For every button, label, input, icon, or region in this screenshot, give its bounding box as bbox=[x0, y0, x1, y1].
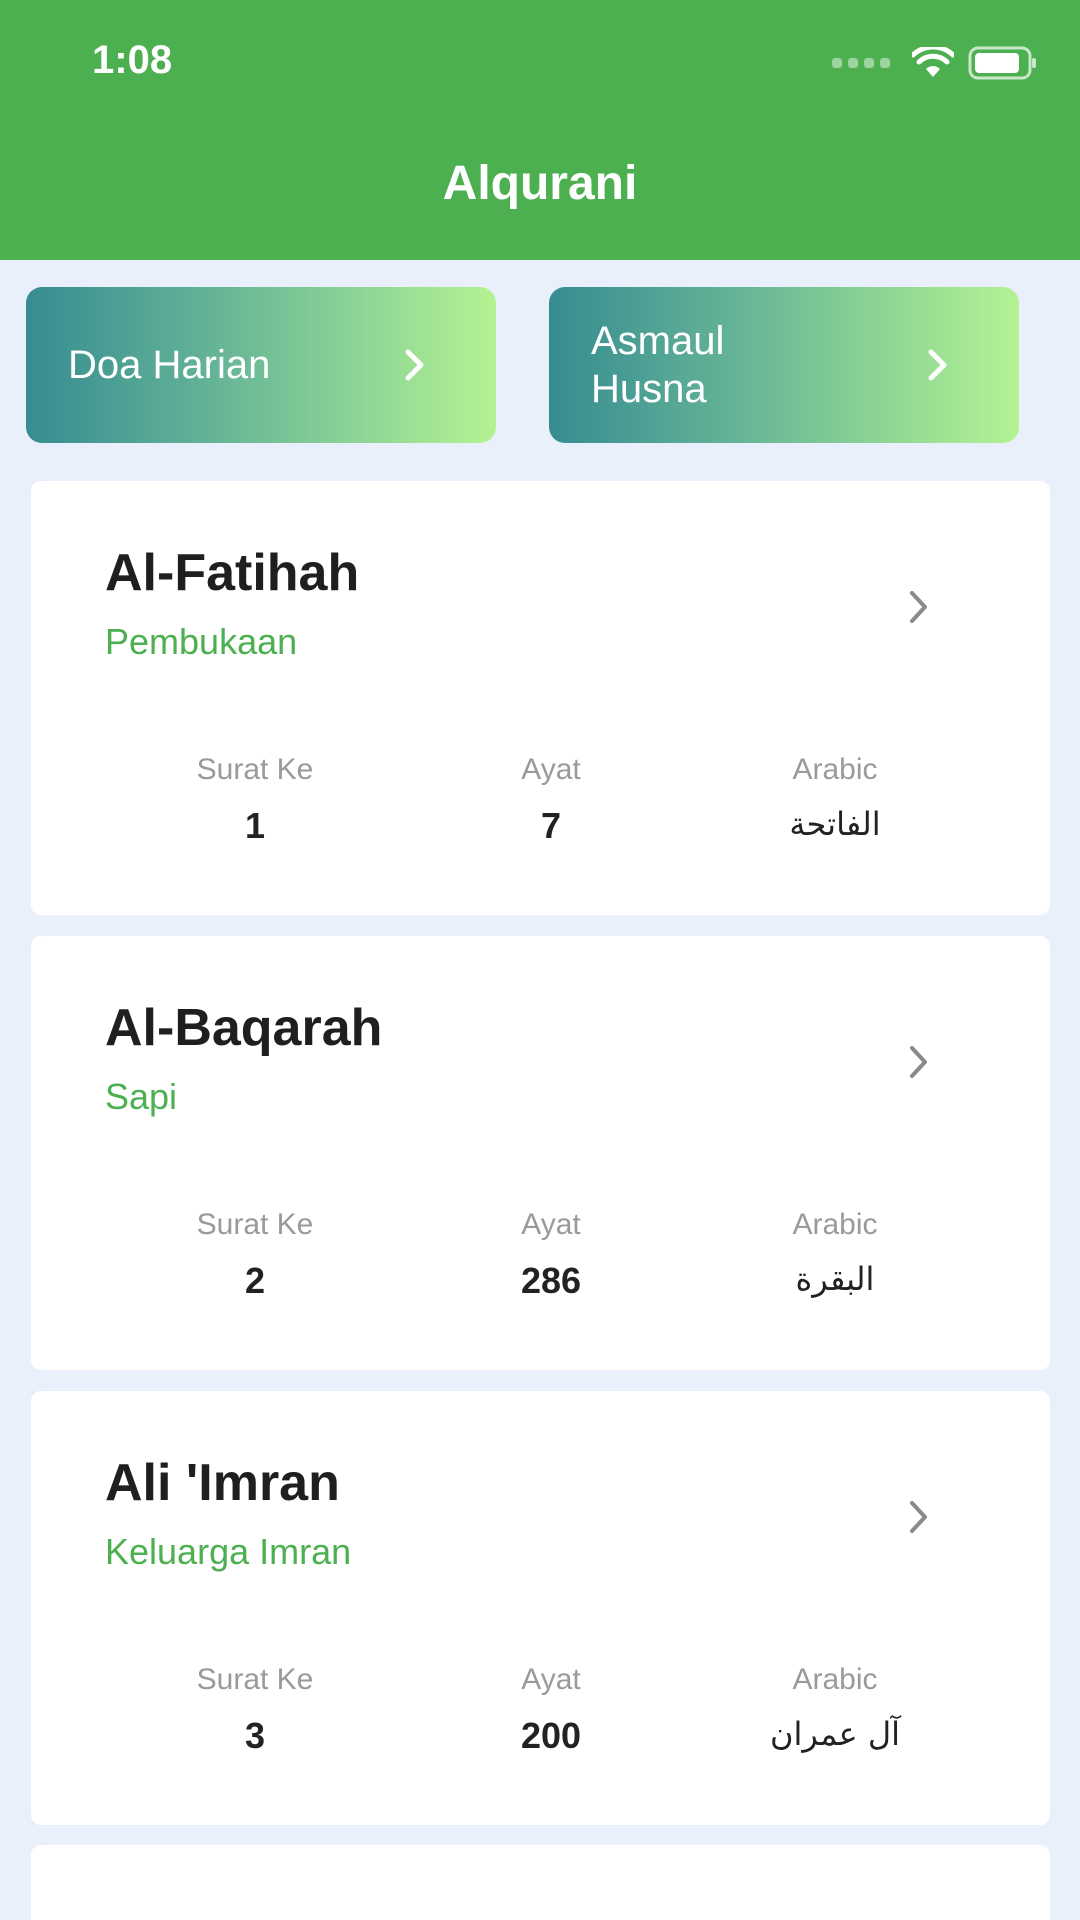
surah-card-partial[interactable] bbox=[31, 1845, 1050, 1920]
ayat-stat: Ayat 7 bbox=[521, 753, 581, 847]
status-time: 1:08 bbox=[92, 38, 173, 82]
arabic-stat: Arabic البقرة bbox=[792, 1208, 877, 1298]
chevron-right-icon bbox=[910, 1046, 927, 1078]
wifi-icon bbox=[912, 47, 954, 77]
surat-ke-stat: Surat Ke 2 bbox=[197, 1208, 314, 1302]
surat-ke-label: Surat Ke bbox=[196, 1208, 314, 1241]
surah-meaning: Pembukaan bbox=[105, 621, 298, 662]
surah-name: Ali 'Imran bbox=[105, 1454, 340, 1512]
chevron-right-icon bbox=[405, 349, 424, 381]
surah-meaning: Keluarga Imran bbox=[105, 1531, 352, 1572]
doa-harian-button[interactable]: Doa Harian bbox=[26, 287, 496, 443]
app-title: Alqurani bbox=[442, 157, 638, 210]
surat-ke-value: 1 bbox=[244, 805, 266, 846]
ayat-label: Ayat bbox=[521, 1208, 581, 1241]
surat-ke-value: 3 bbox=[244, 1715, 266, 1756]
chevron-right-icon bbox=[928, 349, 947, 381]
surat-ke-stat: Surat Ke 1 bbox=[197, 753, 314, 847]
surat-ke-label: Surat Ke bbox=[196, 753, 314, 786]
arabic-label: Arabic bbox=[792, 753, 878, 786]
ayat-stat: Ayat 286 bbox=[521, 1208, 581, 1302]
surat-ke-label: Surat Ke bbox=[196, 1663, 314, 1696]
arabic-stat: Arabic الفاتحة bbox=[789, 753, 880, 843]
surah-name: Al-Baqarah bbox=[105, 999, 383, 1057]
status-icons bbox=[832, 46, 1038, 80]
ayat-value: 7 bbox=[540, 805, 562, 846]
chevron-right-icon bbox=[910, 591, 927, 623]
ayat-label: Ayat bbox=[521, 753, 581, 786]
arabic-name: الفاتحة bbox=[789, 805, 881, 843]
asmaul-husna-button[interactable]: Asmaul Husna bbox=[549, 287, 1019, 443]
ayat-value: 286 bbox=[520, 1260, 582, 1301]
surah-card[interactable]: Ali 'Imran Keluarga Imran Surat Ke 3 Aya… bbox=[31, 1391, 1050, 1825]
surat-ke-stat: Surat Ke 3 bbox=[197, 1663, 314, 1757]
cellular-dots-icon bbox=[832, 58, 890, 68]
battery-icon bbox=[968, 46, 1036, 80]
ayat-stat: Ayat 200 bbox=[521, 1663, 581, 1757]
arabic-name: البقرة bbox=[795, 1260, 875, 1298]
surat-ke-value: 2 bbox=[244, 1260, 266, 1301]
app-header: 1:08 Alqurani bbox=[0, 0, 1080, 260]
ayat-value: 200 bbox=[520, 1715, 582, 1756]
arabic-name: آل عمران bbox=[770, 1715, 900, 1753]
chevron-right-icon bbox=[910, 1501, 927, 1533]
arabic-label: Arabic bbox=[792, 1663, 878, 1696]
arabic-stat: Arabic آل عمران bbox=[770, 1663, 900, 1753]
arabic-label: Arabic bbox=[792, 1208, 878, 1241]
surah-meaning: Sapi bbox=[105, 1076, 178, 1117]
ayat-label: Ayat bbox=[521, 1663, 581, 1696]
doa-harian-label: Doa Harian bbox=[68, 343, 271, 387]
asmaul-husna-label: Asmaul Husna bbox=[591, 319, 725, 411]
surah-card[interactable]: Al-Fatihah Pembukaan Surat Ke 1 Ayat 7 A… bbox=[31, 481, 1050, 915]
surah-card[interactable]: Al-Baqarah Sapi Surat Ke 2 Ayat 286 Arab… bbox=[31, 936, 1050, 1370]
surah-name: Al-Fatihah bbox=[105, 544, 360, 602]
